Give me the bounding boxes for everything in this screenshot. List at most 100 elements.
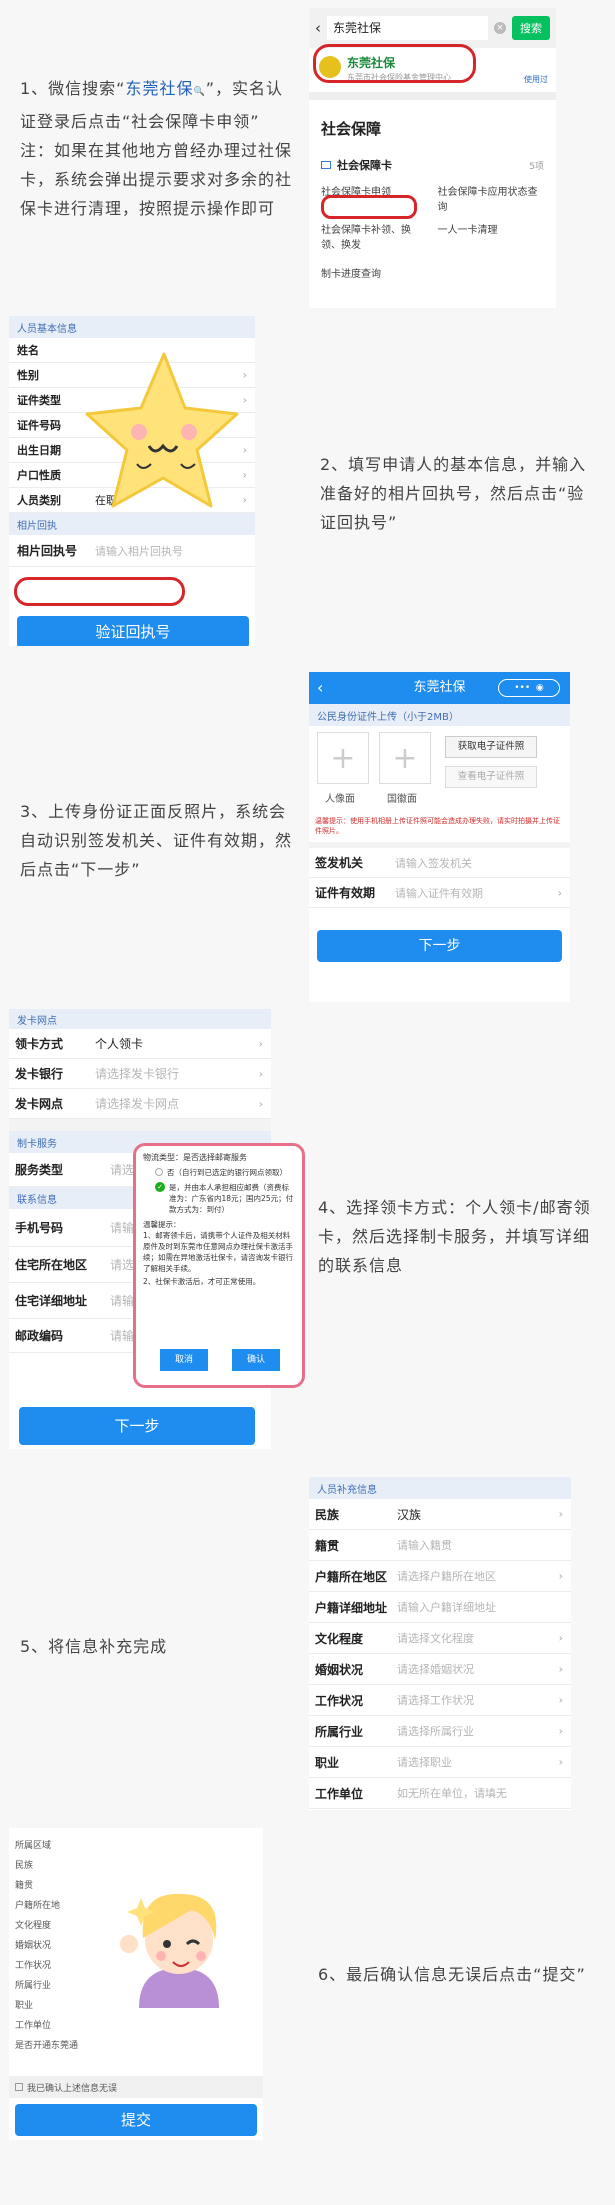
region-select[interactable]: 请选: [110, 1256, 134, 1273]
step1-keyword: 东莞社保: [125, 79, 194, 98]
chevron-right-icon: ›: [558, 1755, 563, 1769]
summary-item: 所属区域: [15, 1841, 52, 1851]
radio-yes-icon[interactable]: ✓: [155, 1182, 165, 1192]
search-button[interactable]: 搜索: [512, 16, 550, 40]
tip-2: 2、社保卡激活后，才可正常使用。: [143, 1277, 261, 1286]
supplement-row[interactable]: 户籍所在地区 请选择户籍所在地区 ›: [309, 1561, 571, 1592]
supplement-row[interactable]: 户籍详细地址 请输入户籍详细地址: [309, 1592, 571, 1623]
option-no[interactable]: 否（自行到已选定的银行网点领取）: [167, 1167, 287, 1178]
address-label: 住宅详细地址: [15, 1294, 88, 1308]
chevron-right-icon: ›: [242, 493, 247, 507]
card-count: 5项: [529, 161, 544, 172]
supplement-row[interactable]: 民族 汉族 ›: [309, 1499, 571, 1530]
radio-no-icon[interactable]: [155, 1168, 163, 1176]
step5-instructions: 5、将信息补充完成: [20, 1637, 168, 1656]
service-label: 服务类型: [15, 1163, 64, 1177]
chevron-right-icon: ›: [242, 468, 247, 482]
tip-1: 1、邮寄领卡后，请携带个人证件及相关材料原件及时到东莞市任意网点办理社保卡激活手…: [143, 1231, 293, 1273]
field-value[interactable]: 请选择工作状况: [397, 1692, 474, 1708]
bank-select[interactable]: 请选择发卡银行: [95, 1065, 179, 1082]
chevron-right-icon: ›: [558, 1724, 563, 1738]
card-title: 社会保障卡: [337, 159, 392, 172]
checkbox-icon[interactable]: [15, 2083, 23, 2091]
get-cert-button[interactable]: 获取电子证件照: [445, 736, 537, 758]
next-button[interactable]: 下一步: [317, 930, 562, 962]
section-title: 社会保障: [321, 120, 382, 138]
supplement-row[interactable]: 职业 请选择职业 ›: [309, 1747, 571, 1778]
option-yes[interactable]: 是，并由本人承担相应邮费（资费标准为：广东省内18元；国内25元；付款方式为：到…: [169, 1182, 295, 1215]
valid-row[interactable]: 证件有效期 请输入证件有效期 ›: [309, 878, 570, 908]
receipt-row[interactable]: 相片回执号 请输入相片回执号: [9, 535, 255, 567]
highlight-apply: [321, 195, 417, 219]
used-label: 使用过: [524, 75, 548, 84]
supplement-row[interactable]: 工作单位 如无所在单位，请填无: [309, 1778, 571, 1809]
chevron-right-icon: ›: [558, 1631, 563, 1645]
field-value[interactable]: 请选择婚姻状况: [397, 1661, 474, 1677]
bank-label: 发卡银行: [15, 1067, 64, 1081]
supplement-row[interactable]: 文化程度 请选择文化程度 ›: [309, 1623, 571, 1654]
field-label: 职业: [315, 1755, 340, 1770]
menu-item-status[interactable]: 社会保障卡应用状态查询: [438, 179, 545, 213]
chevron-right-icon: ›: [558, 1507, 563, 1521]
field-label: 籍贯: [315, 1538, 340, 1553]
supplement-row[interactable]: 工作状况 请选择工作状况 ›: [309, 1685, 571, 1716]
upload-header: 公民身份证件上传（小于2MB）: [309, 704, 570, 726]
view-cert-button[interactable]: 查看电子证件照: [445, 766, 537, 788]
confirm-label: 我已确认上述信息无误: [27, 2083, 118, 2094]
address-input[interactable]: 请输: [110, 1292, 134, 1309]
region-label: 住宅所在地区: [15, 1258, 88, 1272]
dialog-confirm-button[interactable]: 确认: [232, 1349, 280, 1371]
branch-label: 发卡网点: [15, 1097, 64, 1111]
phone-input[interactable]: 请输: [110, 1219, 134, 1236]
more-capsule[interactable]: ••• ◉: [498, 679, 560, 697]
back-upload[interactable]: +: [379, 732, 431, 784]
step2-instructions: 2、填写申请人的基本信息，并输入准备好的相片回执号，然后点击“验证回执号”: [320, 455, 587, 532]
branch-row[interactable]: 发卡网点 请选择发卡网点 ›: [9, 1089, 271, 1119]
field-value[interactable]: 请选择户籍所在地区: [397, 1568, 496, 1584]
menu-item-progress[interactable]: 制卡进度查询: [321, 259, 428, 280]
supplement-row[interactable]: 籍贯 请输入籍贯: [309, 1530, 571, 1561]
receipt-label: 相片回执号: [17, 544, 78, 558]
dialog-title: 物流类型：是否选择邮寄服务: [143, 1153, 247, 1162]
phone-label: 手机号码: [15, 1221, 64, 1235]
dialog-cancel-button[interactable]: 取消: [160, 1349, 208, 1371]
chevron-right-icon: ›: [258, 1037, 263, 1050]
service-select[interactable]: 请选: [110, 1161, 134, 1178]
valid-input[interactable]: 请输入证件有效期: [395, 885, 483, 901]
chevron-right-icon: ›: [558, 1662, 563, 1676]
step3-screenshot: ‹ 东莞社保 ••• ◉ 公民身份证件上传（小于2MB） + + 人像面 国徽面…: [309, 672, 570, 1002]
step6-screenshot: 所属区域 民族 籍贯 户籍所在地 文化程度 婚姻状况 工作状况 所属行业 职业 工作单位 是否开通东…: [9, 1828, 263, 2140]
field-value[interactable]: 请输入籍贯: [397, 1537, 452, 1553]
summary-item: 是否开通东莞通: [15, 2041, 79, 2051]
zip-input[interactable]: 请输: [110, 1327, 134, 1344]
supplement-row[interactable]: 婚姻状况 请选择婚姻状况 ›: [309, 1654, 571, 1685]
menu-item-cleanup[interactable]: 一人一卡清理: [438, 221, 545, 251]
clear-icon[interactable]: ×: [494, 22, 506, 34]
field-label: 户籍详细地址: [315, 1600, 388, 1615]
bank-row[interactable]: 发卡银行 请选择发卡银行 ›: [9, 1059, 271, 1089]
back-icon[interactable]: ‹: [315, 19, 321, 37]
chevron-right-icon: ›: [558, 1693, 563, 1707]
issuer-row[interactable]: 签发机关 请输入签发机关: [309, 848, 570, 878]
method-row[interactable]: 领卡方式 个人领卡 ›: [9, 1029, 271, 1059]
menu-item-reissue[interactable]: 社会保障卡补领、换领、换发: [321, 221, 428, 251]
chevron-right-icon: ›: [242, 393, 247, 407]
supplement-row[interactable]: 所属行业 请选择所属行业 ›: [309, 1716, 571, 1747]
supplement-header: 人员补充信息: [309, 1477, 571, 1499]
verify-receipt-button[interactable]: 验证回执号: [17, 616, 249, 646]
receipt-input[interactable]: 请输入相片回执号: [95, 543, 183, 559]
field-value[interactable]: 请输入户籍详细地址: [397, 1599, 496, 1615]
method-value[interactable]: 个人领卡: [95, 1035, 143, 1052]
submit-button[interactable]: 提交: [15, 2104, 257, 2136]
back-icon[interactable]: ‹: [317, 672, 323, 704]
issuer-input[interactable]: 请输入签发机关: [395, 855, 472, 871]
field-value[interactable]: 请选择所属行业: [397, 1723, 474, 1739]
field-value[interactable]: 如无所在单位，请填无: [397, 1785, 507, 1801]
field-value[interactable]: 请选择文化程度: [397, 1630, 474, 1646]
branch-select[interactable]: 请选择发卡网点: [95, 1095, 179, 1112]
next-button[interactable]: 下一步: [19, 1407, 255, 1445]
field-value[interactable]: 汉族: [397, 1506, 421, 1523]
search-input[interactable]: 东莞社保: [327, 16, 488, 40]
field-value[interactable]: 请选择职业: [397, 1754, 452, 1770]
front-upload[interactable]: +: [317, 732, 369, 784]
